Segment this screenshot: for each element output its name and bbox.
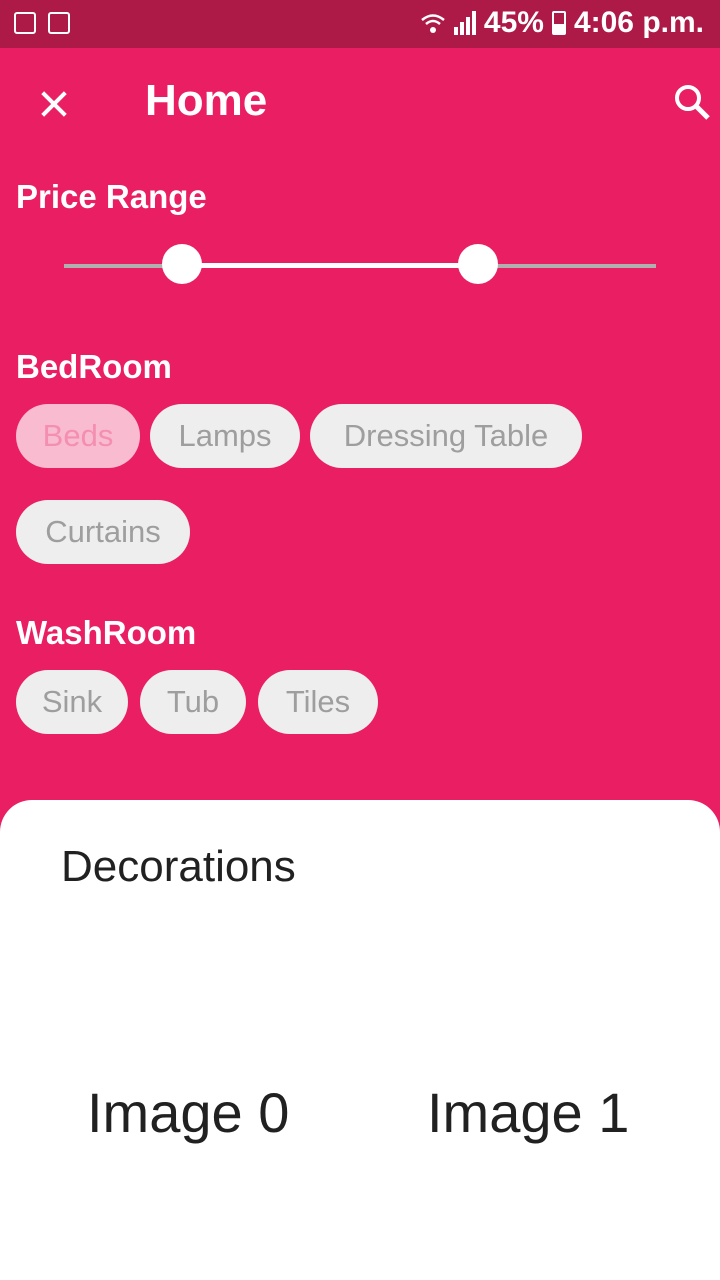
mail-notification-icon [48,12,70,34]
chip-tub[interactable]: Tub [140,670,246,734]
search-icon[interactable] [672,82,712,122]
clock: 4:06 p.m. [573,6,704,39]
washroom-label: WashRoom [16,614,197,651]
gallery-notification-icon [14,12,36,34]
chip-curtains[interactable]: Curtains [16,500,190,564]
chip-tiles[interactable]: Tiles [258,670,378,734]
battery-icon [551,11,566,35]
chip-beds[interactable]: Beds [16,404,140,468]
price-range-active-track [182,263,479,268]
chip-dressing-table[interactable]: Dressing Table [310,404,582,468]
battery-percent: 45% [483,6,544,39]
chip-sink[interactable]: Sink [16,670,128,734]
price-range-min-thumb[interactable] [162,244,203,284]
status-bar: 45% 4:06 p.m. [0,0,720,48]
price-range-label: Price Range [16,178,207,215]
wifi-icon [421,14,445,33]
bedroom-label: BedRoom [16,348,172,385]
price-range-slider[interactable] [64,244,656,284]
image-0[interactable]: Image 0 [87,1080,289,1145]
close-icon[interactable] [30,78,82,130]
decorations-sheet: Decorations Image 0 Image 1 [0,800,720,1280]
chip-lamps[interactable]: Lamps [150,404,300,468]
signal-icon [453,11,476,35]
page-title: Home [145,76,268,125]
image-1[interactable]: Image 1 [427,1080,629,1145]
app-bar: Home [0,48,720,160]
sheet-title: Decorations [61,842,296,891]
price-range-max-thumb[interactable] [458,244,499,284]
